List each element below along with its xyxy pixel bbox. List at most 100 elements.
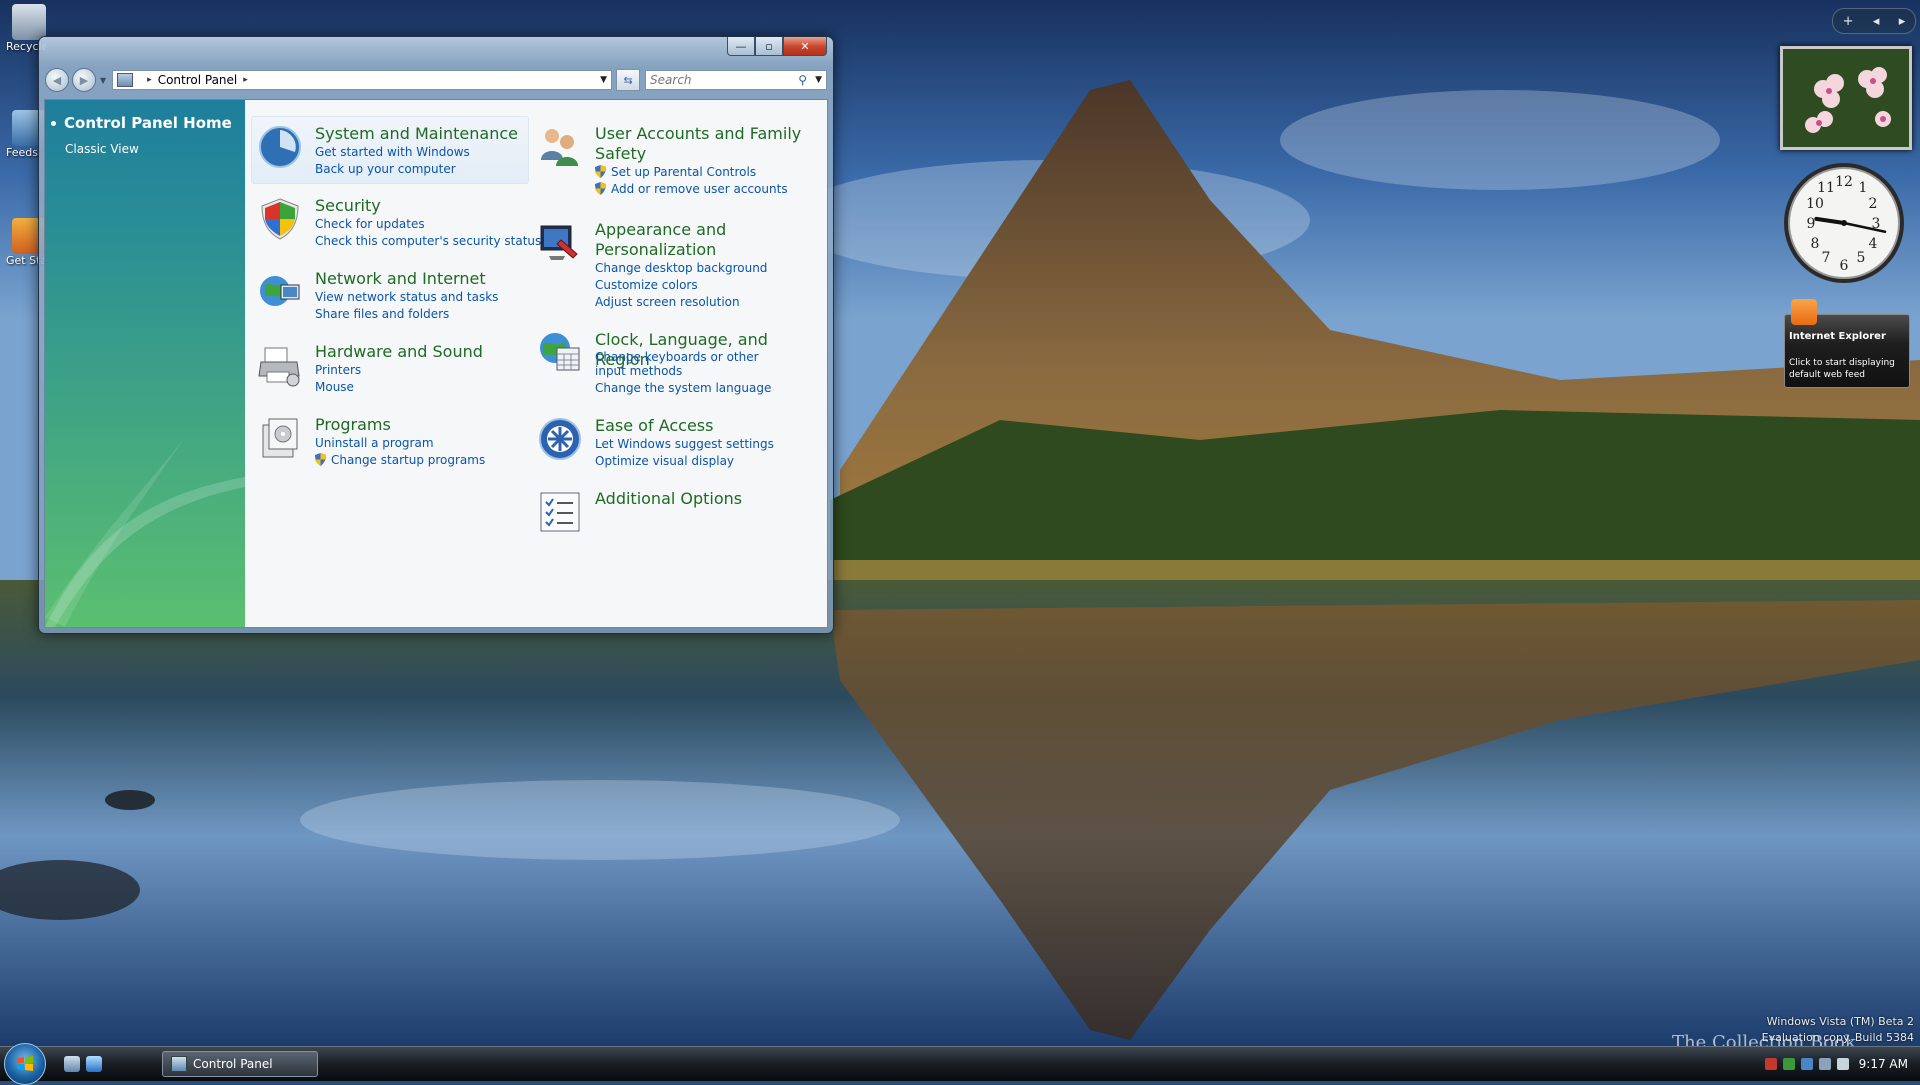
add-gadget-button[interactable]: + — [1843, 14, 1854, 29]
task-link[interactable]: Printers — [315, 362, 537, 379]
task-link[interactable]: Change desktop background — [595, 260, 817, 277]
search-icon[interactable]: ⚲ — [798, 73, 807, 87]
caption-buttons: — ▫ ✕ — [727, 37, 827, 56]
close-button[interactable]: ✕ — [783, 37, 827, 56]
task-link[interactable]: Optimize visual display — [595, 453, 817, 470]
previous-gadgets-button[interactable]: ◂ — [1873, 14, 1880, 29]
taskbar-clock[interactable]: 9:17 AM — [1859, 1057, 1908, 1071]
task-link-admin[interactable]: Add or remove user accounts — [595, 181, 817, 198]
search-input[interactable] — [650, 73, 791, 87]
start-button[interactable] — [4, 1043, 46, 1085]
task-link-label: Add or remove user accounts — [611, 182, 788, 196]
control-panel-icon — [171, 1056, 187, 1072]
category-links: Change desktop background Customize colo… — [595, 260, 817, 311]
category-title[interactable]: Appearance and Personalization — [595, 220, 815, 260]
control-panel-folder-icon — [117, 73, 134, 87]
task-link[interactable]: Change the system language — [595, 380, 817, 397]
task-link[interactable]: Adjust screen resolution — [595, 294, 817, 311]
volume-icon[interactable] — [1836, 1058, 1849, 1070]
task-link[interactable]: Back up your computer — [315, 161, 537, 178]
uac-shield-icon — [595, 165, 606, 178]
forward-button[interactable]: ▶ — [72, 68, 96, 92]
taskbar-button-label: Control Panel — [193, 1057, 273, 1071]
category-links: View network status and tasks Share file… — [315, 289, 537, 323]
network-icon[interactable] — [1818, 1058, 1831, 1070]
programs-icon[interactable] — [257, 415, 303, 461]
address-bar[interactable]: ▸ Control Panel ▸ ▼ — [112, 70, 613, 90]
language-icon[interactable] — [1800, 1058, 1813, 1070]
next-gadgets-button[interactable]: ▸ — [1899, 14, 1906, 29]
update-icon[interactable] — [1782, 1058, 1795, 1070]
category-title[interactable]: Ease of Access — [595, 416, 815, 436]
category-view: System and Maintenance Get started with … — [245, 100, 827, 627]
task-link[interactable]: Get started with Windows — [315, 144, 537, 161]
back-button[interactable]: ◀ — [45, 68, 69, 92]
clock-language-region-icon[interactable] — [537, 330, 583, 376]
internet-explorer-icon[interactable] — [86, 1056, 102, 1072]
appearance-icon[interactable] — [537, 220, 583, 266]
breadcrumb-separator-icon[interactable]: ▸ — [243, 75, 248, 85]
task-link[interactable]: Uninstall a program — [315, 435, 537, 452]
refresh-button[interactable]: ⇆ — [616, 69, 641, 91]
category-links: Let Windows suggest settings Optimize vi… — [595, 436, 817, 470]
svg-text:7: 7 — [1822, 250, 1831, 266]
feed-gadget-message: Click to start displaying default web fe… — [1789, 358, 1895, 380]
category-links: Set up Parental Controls Add or remove u… — [595, 164, 817, 198]
classic-view-link[interactable]: Classic View — [65, 142, 139, 156]
watermark-line-1: Windows Vista (TM) Beta 2 — [1766, 1015, 1914, 1028]
category-title[interactable]: Programs — [315, 415, 535, 435]
search-options-dropdown-icon[interactable]: ▼ — [815, 75, 822, 85]
system-maintenance-icon[interactable] — [257, 124, 303, 170]
category-title[interactable]: Hardware and Sound — [315, 342, 535, 362]
category-system-and-maintenance: System and Maintenance Get started with … — [251, 116, 537, 190]
task-link[interactable]: Share files and folders — [315, 306, 537, 323]
maximize-button[interactable]: ▫ — [755, 37, 783, 56]
category-title[interactable]: User Accounts and Family Safety — [595, 124, 815, 164]
category-title[interactable]: Security — [315, 196, 535, 216]
minimize-button[interactable]: — — [727, 37, 755, 56]
breadcrumb-separator-icon[interactable]: ▸ — [147, 75, 152, 85]
client-area: Control Panel Home Classic View System a… — [44, 99, 828, 628]
notification-area: 9:17 AM — [1720, 1047, 1920, 1081]
task-link-admin[interactable]: Change startup programs — [315, 452, 537, 469]
task-link-admin[interactable]: Set up Parental Controls — [595, 164, 817, 181]
task-link[interactable]: Customize colors — [595, 277, 817, 294]
feed-gadget-title: Internet Explorer — [1789, 331, 1886, 342]
task-link[interactable]: Mouse — [315, 379, 537, 396]
taskbar-button-control-panel[interactable]: Control Panel — [162, 1051, 318, 1077]
uac-shield-icon — [315, 453, 326, 466]
clock-gadget[interactable]: 12369 1245 781011 — [1778, 158, 1910, 288]
control-panel-window: — ▫ ✕ ◀ ▶ ▼ ▸ Control Panel ▸ ▼ ⇆ ⚲ ▼ Co — [38, 36, 834, 634]
svg-text:10: 10 — [1806, 196, 1824, 212]
additional-options-icon[interactable] — [537, 489, 583, 535]
ease-of-access-icon[interactable] — [537, 416, 583, 462]
feed-headlines-gadget[interactable]: Internet Explorer Click to start display… — [1784, 299, 1910, 388]
control-panel-home-link[interactable]: Control Panel Home — [51, 114, 232, 132]
task-link-label: Set up Parental Controls — [611, 165, 757, 179]
network-globe-icon[interactable] — [257, 269, 303, 315]
show-desktop-icon[interactable] — [64, 1056, 80, 1072]
printer-icon[interactable] — [257, 342, 303, 388]
address-dropdown-icon[interactable]: ▼ — [600, 75, 607, 85]
category-title[interactable]: System and Maintenance — [315, 124, 535, 144]
task-link[interactable]: Change keyboards or other input methods — [595, 350, 775, 378]
category-links: Check for updates Check this computer's … — [315, 216, 541, 250]
task-link[interactable]: View network status and tasks — [315, 289, 537, 306]
windows-logo-icon — [17, 1056, 33, 1071]
svg-text:9: 9 — [1807, 216, 1816, 232]
task-link-label: Change startup programs — [331, 453, 486, 467]
security-alert-icon[interactable] — [1764, 1058, 1777, 1070]
category-title[interactable]: Network and Internet — [315, 269, 535, 289]
search-box[interactable]: ⚲ ▼ — [645, 70, 828, 90]
sidebar-controls: + ◂ ▸ — [1832, 8, 1916, 34]
task-link[interactable]: Check this computer's security status — [315, 233, 541, 250]
category-title[interactable]: Additional Options — [595, 489, 815, 509]
task-link[interactable]: Check for updates — [315, 216, 537, 233]
slideshow-gadget[interactable] — [1780, 46, 1912, 150]
recent-pages-dropdown-icon[interactable]: ▼ — [100, 76, 106, 85]
security-shield-icon[interactable] — [257, 196, 303, 242]
user-accounts-icon[interactable] — [537, 124, 583, 170]
breadcrumb-control-panel[interactable]: Control Panel — [158, 73, 238, 87]
category-links: Change keyboards or other input methods … — [595, 350, 817, 397]
task-link[interactable]: Let Windows suggest settings — [595, 436, 817, 453]
